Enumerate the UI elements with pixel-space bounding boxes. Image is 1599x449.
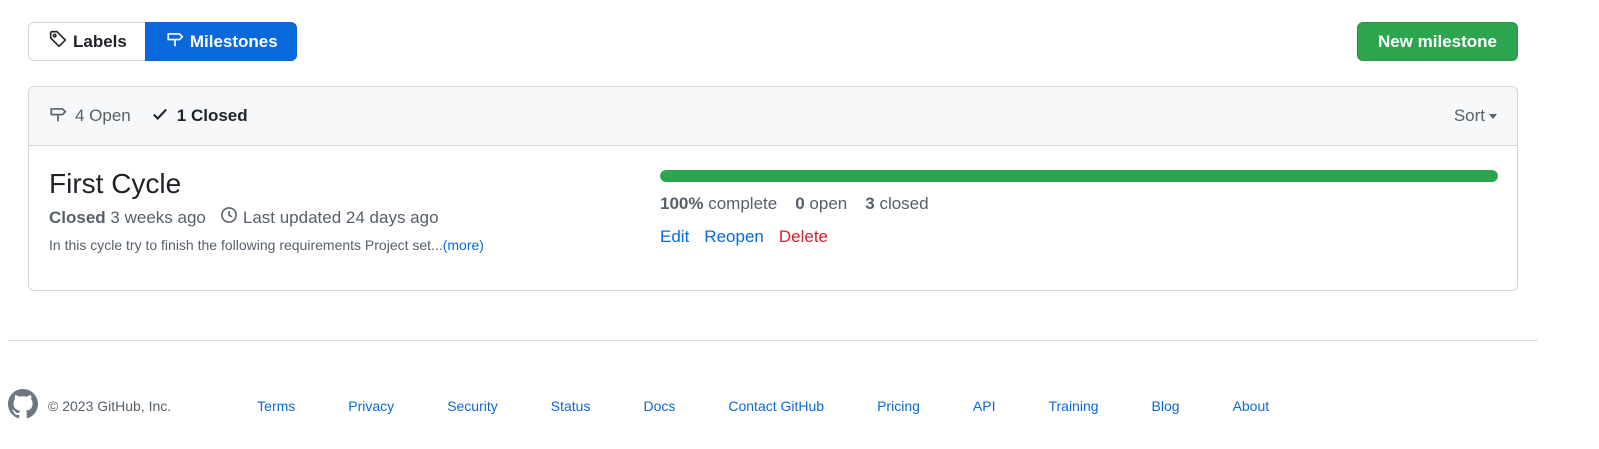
closed-count: 3 <box>865 194 875 213</box>
milestones-list-header: 4 Open 1 Closed Sort <box>29 87 1517 146</box>
milestone-progress: 100% complete 0 open 3 closed Edit Reope… <box>660 170 1498 247</box>
github-logo-icon[interactable] <box>8 388 48 424</box>
complete-stat: 100% complete <box>660 194 777 214</box>
tag-icon <box>49 30 67 53</box>
closed-filter[interactable]: 1 Closed <box>151 105 248 128</box>
milestone-updated-label: Last updated 24 days ago <box>242 207 439 227</box>
milestones-tab-label: Milestones <box>189 31 278 51</box>
copyright: © 2023 GitHub, Inc. <box>48 398 172 414</box>
milestone-closed-ago: 3 weeks ago <box>110 207 206 227</box>
milestone-meta: Closed 3 weeks ago Last updated 24 days … <box>49 206 649 229</box>
footer-link-pricing[interactable]: Pricing <box>877 398 920 414</box>
progress-bar <box>660 170 1498 182</box>
milestone-icon <box>49 105 67 128</box>
footer-link-training[interactable]: Training <box>1048 398 1098 414</box>
clock-icon <box>220 206 238 229</box>
new-milestone-button[interactable]: New milestone <box>1356 22 1518 61</box>
footer-link-about[interactable]: About <box>1233 398 1270 414</box>
open-count: 0 <box>795 194 805 213</box>
footer-link-terms[interactable]: Terms <box>257 398 295 414</box>
footer-link-privacy[interactable]: Privacy <box>348 398 394 414</box>
open-filter[interactable]: 4 Open <box>49 105 131 128</box>
milestone-description-text: In this cycle try to finish the followin… <box>49 237 443 253</box>
more-link[interactable]: (more) <box>443 237 484 253</box>
milestone-title[interactable]: First Cycle <box>49 168 649 200</box>
progress-stats: 100% complete 0 open 3 closed <box>660 194 1498 214</box>
milestone-updated: Last updated 24 days ago <box>220 206 439 229</box>
milestone-status: Closed <box>49 207 106 227</box>
footer-divider <box>8 340 1538 341</box>
complete-percent: 100% <box>660 194 704 213</box>
open-filter-label: 4 Open <box>75 106 131 125</box>
chevron-down-icon <box>1489 113 1497 119</box>
footer: © 2023 GitHub, Inc. Terms Privacy Securi… <box>8 388 1548 424</box>
footer-link-contact-github[interactable]: Contact GitHub <box>728 398 824 414</box>
milestone-info: First Cycle Closed 3 weeks ago Last upda… <box>49 168 649 253</box>
milestone-item: First Cycle Closed 3 weeks ago Last upda… <box>29 146 1517 290</box>
milestones-list: 4 Open 1 Closed Sort First Cycle Closed … <box>28 86 1518 291</box>
sort-dropdown[interactable]: Sort <box>1454 106 1497 126</box>
labels-tab[interactable]: Labels <box>28 22 145 61</box>
milestones-tab[interactable]: Milestones <box>144 22 297 61</box>
closed-filter-label: 1 Closed <box>176 106 248 125</box>
closed-label: closed <box>879 194 929 213</box>
open-stat: 0 open <box>795 194 847 214</box>
progress-bar-fill <box>660 170 1498 182</box>
labels-milestones-toggle: Labels Milestones <box>28 22 297 61</box>
labels-tab-label: Labels <box>73 31 127 51</box>
edit-link[interactable]: Edit <box>660 227 689 247</box>
footer-link-status[interactable]: Status <box>551 398 591 414</box>
complete-label: complete <box>708 194 778 213</box>
footer-link-api[interactable]: API <box>973 398 996 414</box>
closed-stat: 3 closed <box>865 194 928 214</box>
footer-link-security[interactable]: Security <box>447 398 498 414</box>
reopen-link[interactable]: Reopen <box>704 227 764 247</box>
check-icon <box>151 105 169 128</box>
footer-link-blog[interactable]: Blog <box>1152 398 1180 414</box>
milestone-icon <box>166 30 184 53</box>
open-label: open <box>809 194 848 213</box>
sort-label: Sort <box>1453 106 1485 125</box>
delete-link[interactable]: Delete <box>779 227 828 247</box>
milestone-description: In this cycle try to finish the followin… <box>49 237 649 253</box>
footer-link-docs[interactable]: Docs <box>643 398 675 414</box>
milestone-closed-info: Closed 3 weeks ago <box>49 208 206 228</box>
milestone-actions: Edit Reopen Delete <box>660 227 1498 247</box>
